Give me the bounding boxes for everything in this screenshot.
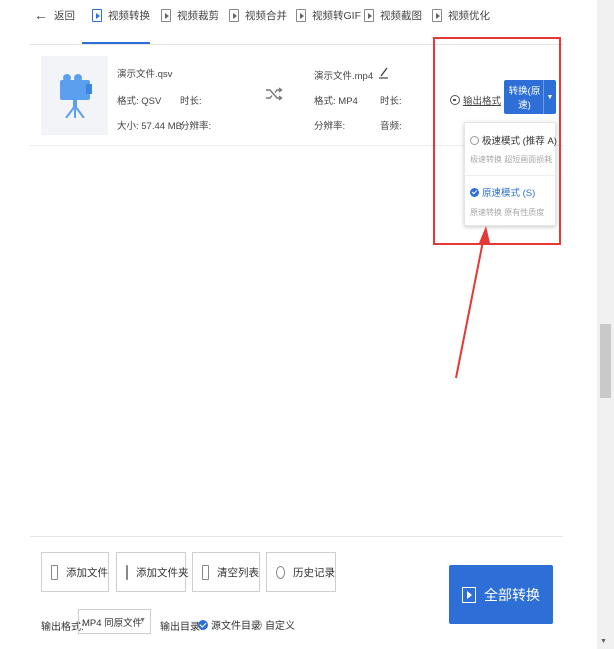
- add-file-label: 添加文件: [66, 566, 108, 579]
- video-merge-icon: [229, 8, 239, 22]
- convert-all-label: 全部转换: [484, 586, 540, 603]
- history-label: 历史记录: [293, 566, 335, 579]
- tab-label: 视频转GIF: [312, 9, 361, 22]
- tab-label: 视频转换: [108, 9, 150, 22]
- back-label: 返回: [54, 9, 75, 22]
- output-format-value: MP4 同原文件: [82, 617, 143, 629]
- output-dir-title: 输出目录:: [160, 622, 203, 633]
- tab-label: 视频优化: [448, 9, 490, 22]
- scrollbar-thumb[interactable]: [600, 324, 611, 398]
- edit-name-icon[interactable]: [378, 66, 390, 79]
- trash-icon: [202, 564, 209, 580]
- add-file-icon: [51, 564, 58, 580]
- radio-checked-icon: [198, 619, 208, 630]
- annotation-highlight-box: [433, 37, 561, 245]
- target-audio: 音频:: [380, 121, 402, 132]
- source-file-name: 演示文件.qsv: [117, 69, 173, 80]
- sliders-icon: [432, 8, 442, 22]
- video-thumbnail: [41, 56, 108, 135]
- clear-list-button[interactable]: 清空列表: [192, 552, 260, 592]
- clear-list-label: 清空列表: [217, 566, 259, 579]
- target-format: 格式: MP4: [314, 96, 358, 107]
- tab-video-merge[interactable]: 视频合并: [229, 5, 287, 25]
- video-crop-icon: [161, 8, 171, 22]
- tab-video-crop[interactable]: 视频裁剪: [161, 5, 219, 25]
- source-duration: 时长:: [180, 96, 202, 107]
- tab-label: 视频裁剪: [177, 9, 219, 22]
- screenshot-icon: [364, 8, 374, 22]
- shuffle-arrow-icon: [266, 87, 283, 101]
- tab-label: 视频截图: [380, 9, 422, 22]
- tab-video-screenshot[interactable]: 视频截图: [364, 5, 422, 25]
- video-convert-icon: [92, 8, 102, 22]
- dir-option-custom[interactable]: 自定义: [252, 617, 295, 632]
- convert-all-button[interactable]: 全部转换: [449, 565, 553, 624]
- video-camera-icon: [59, 73, 92, 118]
- target-duration: 时长:: [380, 96, 402, 107]
- back-button[interactable]: ← 返回: [34, 5, 75, 25]
- dir-option-label: 自定义: [265, 621, 295, 632]
- source-size: 大小: 57.44 MB: [117, 121, 182, 132]
- tab-video-gif[interactable]: 视频转GIF: [296, 5, 361, 25]
- tab-label: 视频合并: [245, 9, 287, 22]
- add-file-button[interactable]: 添加文件: [41, 552, 109, 592]
- radio-unchecked-icon: [252, 619, 262, 630]
- source-format: 格式: QSV: [117, 96, 162, 107]
- play-icon: [462, 586, 476, 603]
- target-file-name: 演示文件.mp4: [314, 71, 374, 82]
- add-folder-icon: [126, 564, 128, 580]
- select-caret-icon: ▼: [139, 617, 146, 624]
- back-arrow-icon: ←: [34, 7, 48, 23]
- clock-icon: [276, 565, 285, 579]
- tab-video-convert[interactable]: 视频转换: [92, 5, 150, 25]
- history-button[interactable]: 历史记录: [266, 552, 336, 592]
- target-resolution: 分辨率:: [314, 121, 346, 132]
- tab-video-optimize[interactable]: 视频优化: [432, 5, 490, 25]
- gif-icon: [296, 8, 306, 22]
- source-resolution: 分辨率:: [180, 121, 212, 132]
- add-folder-button[interactable]: 添加文件夹: [116, 552, 189, 592]
- output-format-select[interactable]: MP4 同原文件 ▼: [78, 609, 151, 634]
- bottom-divider: [30, 536, 563, 537]
- scroll-down-arrow-icon[interactable]: ▼: [600, 638, 607, 645]
- add-folder-label: 添加文件夹: [136, 566, 189, 579]
